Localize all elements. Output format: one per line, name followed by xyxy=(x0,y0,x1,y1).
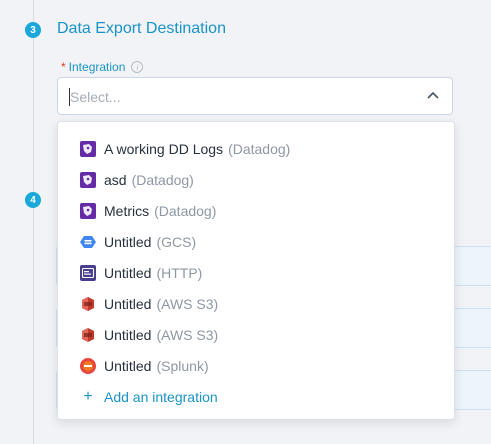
dropdown-option[interactable]: Metrics (Datadog) xyxy=(58,195,454,226)
integration-label: * Integration i xyxy=(61,60,144,74)
timeline-line xyxy=(33,0,34,444)
dropdown-option[interactable]: asd (Datadog) xyxy=(58,164,454,195)
option-type: (Datadog) xyxy=(131,171,194,188)
option-type: (AWS S3) xyxy=(156,295,219,312)
option-name: Untitled xyxy=(104,357,152,374)
option-type: (GCS) xyxy=(156,233,197,250)
integration-select[interactable]: Select... xyxy=(57,77,453,115)
dropdown-option[interactable]: Untitled (AWS S3) xyxy=(58,288,454,319)
select-placeholder: Select... xyxy=(70,89,121,105)
http-icon xyxy=(80,264,96,281)
required-marker: * xyxy=(61,60,66,74)
dropdown-option[interactable]: Untitled (AWS S3) xyxy=(58,319,454,350)
splunk-icon xyxy=(80,357,96,374)
option-type: (Splunk) xyxy=(156,357,209,374)
gcs-icon xyxy=(80,235,96,248)
integration-dropdown: A working DD Logs (Datadog) asd (Datadog… xyxy=(57,121,455,420)
step-3-badge: 3 xyxy=(25,22,41,38)
chevron-up-icon[interactable] xyxy=(426,89,440,103)
add-integration-option[interactable]: + Add an integration xyxy=(58,381,454,412)
option-name: Untitled xyxy=(104,326,152,343)
datadog-icon xyxy=(80,202,96,219)
aws-s3-icon xyxy=(82,296,94,311)
section-title: Data Export Destination xyxy=(57,20,226,37)
dropdown-option[interactable]: Untitled (Splunk) xyxy=(58,350,454,381)
option-type: (AWS S3) xyxy=(156,326,219,343)
dropdown-option[interactable]: Untitled (HTTP) xyxy=(58,257,454,288)
option-name: Untitled xyxy=(104,295,152,312)
option-type: (HTTP) xyxy=(156,264,203,281)
option-name: Metrics xyxy=(104,202,150,219)
datadog-icon xyxy=(80,140,96,157)
info-icon[interactable]: i xyxy=(131,61,144,73)
option-name: Untitled xyxy=(104,233,152,250)
add-integration-label: Add an integration xyxy=(104,388,218,405)
dropdown-option[interactable]: A working DD Logs (Datadog) xyxy=(58,133,454,164)
step-4-badge: 4 xyxy=(25,192,41,208)
aws-s3-icon xyxy=(82,327,94,342)
integration-label-text: Integration xyxy=(68,60,126,74)
option-name: Untitled xyxy=(104,264,152,281)
dropdown-option[interactable]: Untitled (GCS) xyxy=(58,226,454,257)
option-type: (Datadog) xyxy=(228,140,291,157)
option-name: asd xyxy=(104,171,127,188)
option-type: (Datadog) xyxy=(154,202,217,219)
datadog-icon xyxy=(80,171,96,188)
option-name: A working DD Logs xyxy=(104,140,224,157)
plus-icon: + xyxy=(83,387,93,405)
